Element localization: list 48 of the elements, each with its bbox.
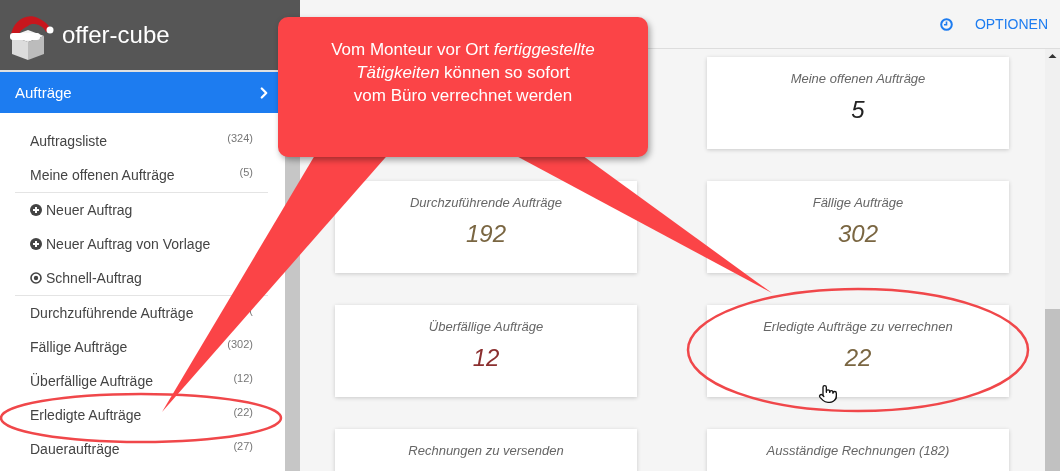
item-count: (22) bbox=[233, 406, 253, 418]
item-label: Erledigte Aufträge bbox=[30, 407, 143, 423]
options-button[interactable]: OPTIONEN bbox=[974, 16, 1048, 32]
card-title: Meine offenen Aufträge bbox=[790, 71, 926, 86]
item-label: Meine offenen Aufträge bbox=[30, 167, 176, 183]
card-value: 302 bbox=[837, 220, 878, 248]
sidebar-item[interactable]: Meine offenen Aufträge (5) bbox=[15, 158, 268, 192]
sidebar-item[interactable]: Überfällige Aufträge (12) bbox=[15, 364, 268, 398]
item-count: (5) bbox=[239, 166, 253, 178]
card-title: Rechnungen zu versenden bbox=[408, 443, 564, 458]
stat-card[interactable]: Durchzuführende Aufträge 192 bbox=[335, 181, 637, 273]
item-count: (324) bbox=[227, 132, 253, 144]
sidebar-item[interactable]: Fällige Aufträge (302) bbox=[15, 330, 268, 364]
sidebar-item[interactable]: Neuer Auftrag von Vorlage bbox=[15, 227, 268, 261]
card-value: 12 bbox=[472, 344, 500, 372]
stat-card[interactable]: Meine offenen Aufträge 5 bbox=[707, 57, 1009, 149]
item-label: Neuer Auftrag von Vorlage bbox=[46, 236, 212, 252]
callout-text: Vom Monteur vor Ort fertiggestellte Tätigkeiten können so sofort vom Büro verrechnet werden bbox=[331, 38, 595, 107]
app-name: offer-cube bbox=[62, 21, 170, 49]
stat-card[interactable]: Überfällige Aufträge 12 bbox=[335, 305, 637, 397]
sidebar-item[interactable]: Auftragsliste (324) bbox=[15, 124, 268, 158]
sidebar-item[interactable]: Daueraufträge (27) bbox=[15, 432, 268, 466]
card-title: Fällige Aufträge bbox=[812, 195, 904, 210]
item-count: (12) bbox=[233, 372, 253, 384]
sidebar-item[interactable]: Schnell-Auftrag bbox=[15, 261, 268, 295]
sidebar-item[interactable]: Neuer Auftrag bbox=[15, 193, 268, 227]
item-label: Schnell-Auftrag bbox=[46, 270, 143, 286]
card-value: 5 bbox=[851, 96, 865, 124]
item-label: Überfällige Aufträge bbox=[30, 373, 154, 389]
stat-card[interactable]: Erledigte Aufträge zu verrechnen 22 bbox=[707, 305, 1009, 397]
section-title: Aufträge bbox=[15, 84, 72, 101]
card-title: Erledigte Aufträge zu verrechnen bbox=[763, 319, 953, 334]
item-label: Daueraufträge bbox=[30, 441, 121, 457]
item-label: Auftragsliste bbox=[30, 133, 109, 149]
stat-card[interactable]: Ausständige Rechnungen (182) bbox=[707, 429, 1009, 471]
item-count: (302) bbox=[227, 338, 253, 350]
item-label: Neuer Auftrag bbox=[46, 202, 134, 218]
card-title: Ausständige Rechnungen (182) bbox=[766, 443, 950, 458]
item-label: Fällige Aufträge bbox=[30, 339, 129, 355]
card-value: 192 bbox=[465, 220, 506, 248]
sidebar-item[interactable]: Erledigte Aufträge (22) bbox=[15, 398, 268, 432]
card-title: Überfällige Aufträge bbox=[428, 319, 544, 334]
item-label: Durchzuführende Aufträge bbox=[30, 305, 195, 321]
card-title: Durchzuführende Aufträge bbox=[410, 195, 562, 210]
item-count: (27) bbox=[233, 440, 253, 452]
stat-card[interactable]: Fällige Aufträge 302 bbox=[707, 181, 1009, 273]
card-value: 22 bbox=[844, 344, 872, 372]
stat-card[interactable]: Rechnungen zu versenden bbox=[335, 429, 637, 471]
